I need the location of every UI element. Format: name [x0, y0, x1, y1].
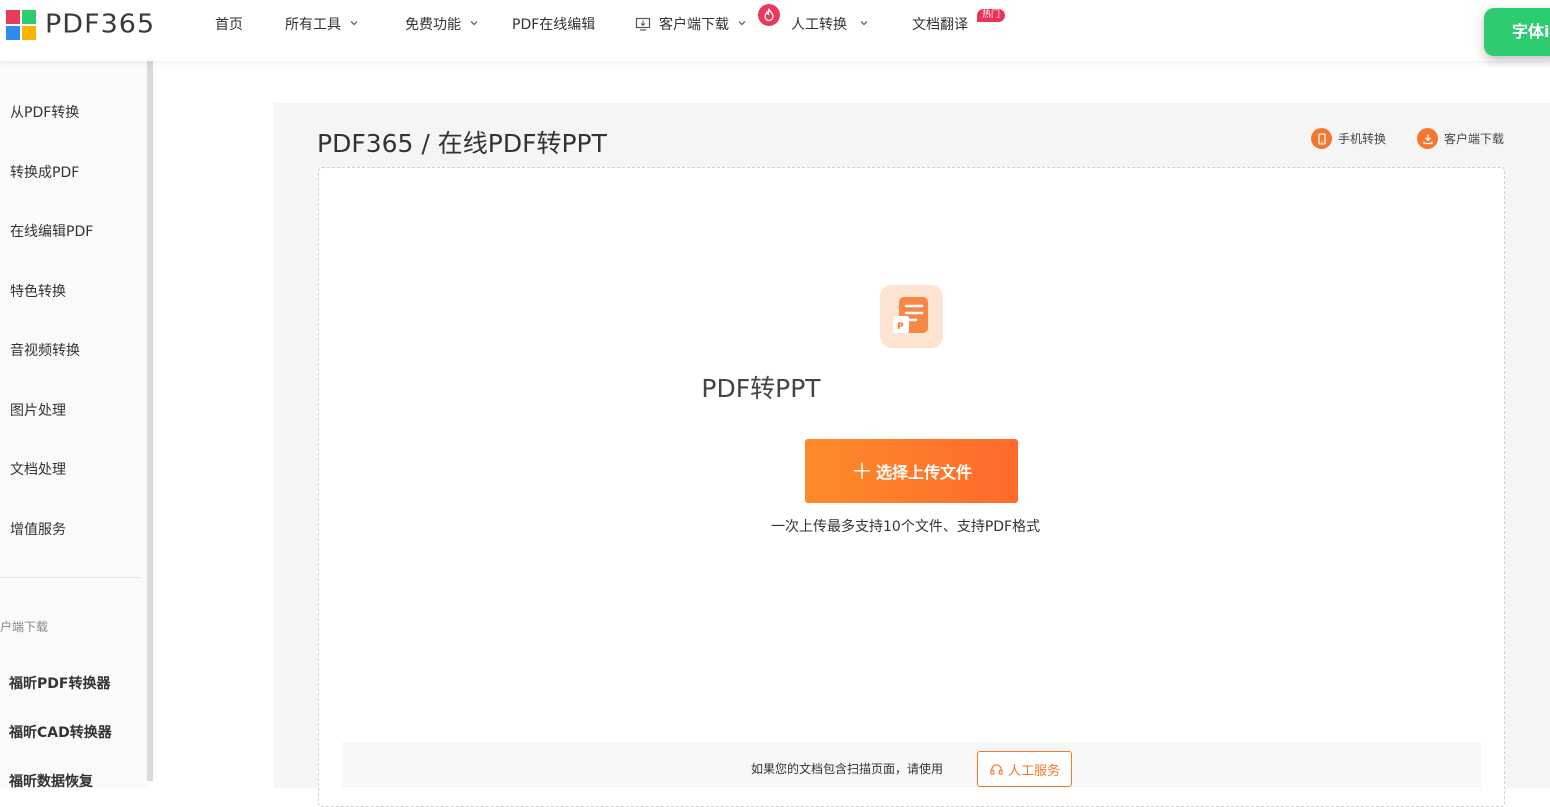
- download-icon: [1417, 128, 1438, 149]
- select-upload-button[interactable]: ＋ 选择上传文件: [805, 439, 1018, 503]
- hot-badge: 热门: [977, 9, 1006, 22]
- sidebar-item-special[interactable]: 特色转换: [10, 281, 66, 301]
- nav-client-download-label: 客户端下载: [659, 17, 729, 33]
- nav-all-tools[interactable]: 所有工具: [285, 14, 359, 34]
- sidebar-item-document[interactable]: 文档处理: [10, 459, 66, 479]
- tool-title-row: PDF转PPT: [0, 369, 1550, 405]
- client-download-label: 客户端下载: [1444, 132, 1505, 146]
- sidebar-item-to-pdf[interactable]: 转换成PDF: [10, 162, 79, 182]
- nav-doc-translate[interactable]: 文档翻译: [912, 14, 968, 34]
- notice-text: 如果您的文档包含扫描页面，请使用: [751, 762, 944, 776]
- nav-client-download[interactable]: 客户端下载: [635, 14, 747, 34]
- nav-doc-translate-label: 文档翻译: [912, 17, 968, 33]
- svg-text:P: P: [897, 322, 904, 332]
- monitor-download-icon: [635, 17, 651, 31]
- nav-home-label: 首页: [215, 17, 243, 33]
- nav-home[interactable]: 首页: [215, 14, 243, 34]
- upload-hint: 一次上传最多支持10个文件、支持PDF格式: [771, 519, 1041, 535]
- pdf-to-ppt-icon: P: [880, 285, 943, 348]
- nav-manual-convert[interactable]: 人工转换: [791, 14, 869, 34]
- sidebar-item-value-added[interactable]: 增值服务: [10, 519, 66, 539]
- manual-service-button[interactable]: 人工服务: [977, 751, 1072, 787]
- nav-online-edit[interactable]: PDF在线编辑: [512, 14, 595, 34]
- sidebar-download-pdf-converter[interactable]: 福昕PDF转换器: [9, 673, 110, 693]
- main-nav: 首页 所有工具 免费功能 PDF在线编辑 客户端下载 人工转换 文档翻译 热门: [0, 0, 1480, 50]
- sidebar-divider: [0, 577, 140, 578]
- mobile-convert-label: 手机转换: [1338, 132, 1387, 146]
- phone-icon: [1311, 128, 1332, 149]
- sidebar-item-audio-video[interactable]: 音视频转换: [10, 340, 80, 360]
- chevron-down-icon: [737, 18, 747, 28]
- client-download-link[interactable]: 客户端下载: [1417, 128, 1504, 149]
- top-navbar: PDF365 首页 所有工具 免费功能 PDF在线编辑 客户端下载 人工转换 文…: [0, 0, 1550, 61]
- sidebar-scrollbar[interactable]: [147, 61, 153, 781]
- fire-icon: [758, 4, 780, 26]
- nav-online-edit-label: PDF在线编辑: [512, 17, 596, 33]
- chevron-down-icon: [349, 18, 359, 28]
- sidebar-download-cad-converter[interactable]: 福昕CAD转换器: [9, 722, 112, 742]
- manual-service-label: 人工服务: [1007, 763, 1060, 779]
- upload-button-label: 选择上传文件: [876, 463, 973, 482]
- nav-free-features[interactable]: 免费功能: [405, 14, 479, 34]
- mobile-convert-link[interactable]: 手机转换: [1311, 128, 1386, 149]
- plus-icon: ＋: [850, 460, 873, 485]
- sidebar-item-from-pdf[interactable]: 从PDF转换: [10, 102, 79, 122]
- headset-icon: [990, 763, 1003, 775]
- nav-manual-convert-label: 人工转换: [791, 17, 847, 33]
- tool-title: PDF转PPT: [701, 374, 821, 403]
- nav-free-features-label: 免费功能: [405, 17, 461, 33]
- sidebar-download-data-recovery[interactable]: 福昕数据恢复: [9, 771, 93, 791]
- sidebar-section-title: 户端下载: [0, 620, 49, 634]
- sidebar-item-online-edit[interactable]: 在线编辑PDF: [10, 221, 93, 241]
- nav-all-tools-label: 所有工具: [285, 17, 341, 33]
- chevron-down-icon: [859, 18, 869, 28]
- font-promo-button[interactable]: 字体i: [1484, 8, 1550, 56]
- chevron-down-icon: [469, 18, 479, 28]
- page-title: PDF365 / 在线PDF转PPT: [317, 129, 607, 158]
